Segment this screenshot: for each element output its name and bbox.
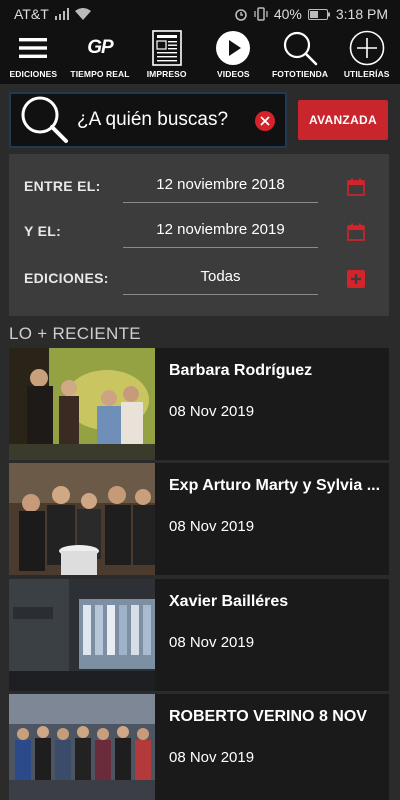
search-placeholder: ¿A quién buscas? [77,109,229,130]
add-icon[interactable] [347,270,365,288]
hamburger-menu-icon [13,30,53,66]
clear-icon[interactable] [255,111,275,131]
thumbnail-image [9,694,155,800]
item-title: Exp Arturo Marty y Sylvia ... [169,477,381,494]
nav-label: TIEMPO REAL [70,69,130,79]
thumbnail-image [9,579,155,691]
battery-percent: 40% [273,6,302,22]
advanced-search-button[interactable]: AVANZADA [298,100,388,140]
nav-label: FOTOTIENDA [271,69,329,79]
date-from-label: ENTRE EL: [24,178,101,194]
vibrate-icon [254,7,268,21]
thumbnail-image [9,348,155,460]
list-item[interactable]: Exp Arturo Marty y Sylvia ... 08 Nov 201… [9,463,389,575]
item-date: 08 Nov 2019 [169,518,255,535]
plus-circle-icon [347,30,387,66]
list-item[interactable]: ROBERTO VERINO 8 NOV 08 Nov 2019 [9,694,389,800]
search-input[interactable]: ¿A quién buscas? [9,92,287,148]
nav-label: IMPRESO [146,69,187,79]
item-title: Barbara Rodríguez [169,362,313,379]
newspaper-icon [147,30,187,66]
battery-icon [307,8,330,20]
signal-icon [54,8,69,20]
date-from-field[interactable]: 12 noviembre 2018 [123,176,318,193]
nav-impreso[interactable]: IMPRESO [133,28,200,84]
nav-label: VIDEOS [216,69,250,79]
calendar-icon[interactable] [347,223,365,241]
date-from-row: ENTRE EL: 12 noviembre 2018 [9,172,389,204]
date-to-field[interactable]: 12 noviembre 2019 [123,221,318,238]
nav-utilerias[interactable]: UTILERÍAS [333,28,400,84]
nav-label: UTILERÍAS [343,69,390,79]
item-title: ROBERTO VERINO 8 NOV [169,708,367,725]
filter-panel: ENTRE EL: 12 noviembre 2018 Y EL: 12 nov… [9,154,389,316]
wifi-icon [74,8,91,20]
item-date: 08 Nov 2019 [169,749,255,766]
item-date: 08 Nov 2019 [169,634,255,651]
clock: 3:18 PM [335,6,388,22]
search-row: ¿A quién buscas? AVANZADA [9,92,389,148]
item-title: Xavier Bailléres [169,593,289,610]
calendar-icon[interactable] [347,178,365,196]
list-item[interactable]: Barbara Rodríguez 08 Nov 2019 [9,348,389,460]
date-to-row: Y EL: 12 noviembre 2019 [9,217,389,249]
editions-label: EDICIONES: [24,270,109,286]
status-bar: AT&T 40% 3:18 PM [0,0,400,28]
thumbnail-image [9,463,155,575]
carrier-label: AT&T [14,6,49,22]
search-icon [280,30,320,66]
top-nav: EDICIONES GP TIEMPO REAL IMPRESO VIDEOS … [0,28,400,84]
nav-tiempo-real[interactable]: GP TIEMPO REAL [67,28,134,84]
search-icon [19,94,71,146]
editions-row: EDICIONES: Todas [9,264,389,296]
date-to-label: Y EL: [24,223,62,239]
nav-ediciones[interactable]: EDICIONES [0,28,67,84]
nav-videos[interactable]: VIDEOS [200,28,267,84]
list-item[interactable]: Xavier Bailléres 08 Nov 2019 [9,579,389,691]
nav-label: EDICIONES [9,69,58,79]
play-icon [213,30,253,66]
gp-logo-icon: GP [87,37,113,58]
nav-fototienda[interactable]: FOTOTIENDA [267,28,334,84]
section-title: LO + RECIENTE [9,324,141,343]
item-date: 08 Nov 2019 [169,403,255,420]
editions-select[interactable]: Todas [123,268,318,285]
alarm-icon [235,9,247,21]
